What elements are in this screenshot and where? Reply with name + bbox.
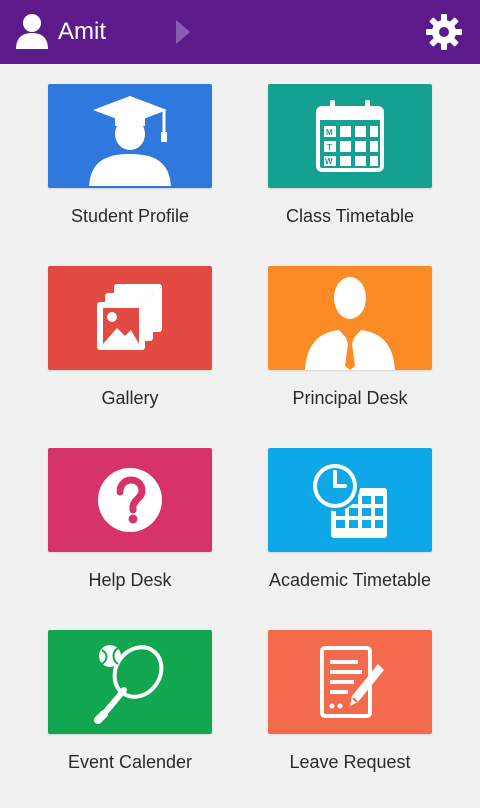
tile-gallery[interactable]: Gallery (48, 266, 268, 444)
calendar-icon: M T W (316, 100, 384, 172)
tile-principal-desk[interactable]: Principal Desk (268, 266, 480, 444)
tile-icon-box[interactable] (268, 630, 432, 734)
svg-text:W: W (325, 157, 333, 166)
chevron-right-icon (176, 20, 190, 44)
tile-icon-box[interactable]: M T W (268, 84, 432, 188)
tile-label: Class Timetable (285, 206, 415, 226)
leave-form-icon (320, 646, 384, 718)
tile-student-profile[interactable]: Student Profile (48, 84, 268, 262)
tile-label: Academic Timetable (268, 570, 432, 590)
question-icon (98, 468, 162, 532)
tile-label: Help Desk (88, 570, 172, 590)
tile-class-timetable[interactable]: M T W Class Timetable (268, 84, 480, 262)
tile-academic-timetable[interactable]: Academic Timetable (268, 448, 480, 626)
student-graduate-icon (89, 96, 171, 186)
tile-label: Student Profile (70, 206, 190, 226)
tile-event-calender[interactable]: Event Calender (48, 630, 268, 808)
user-name[interactable]: Amit (58, 18, 106, 46)
tile-label: Principal Desk (292, 388, 408, 408)
principal-icon (305, 277, 395, 370)
tile-leave-request[interactable]: Leave Request (268, 630, 480, 808)
top-app-bar: Amit (0, 0, 480, 64)
tile-label: Gallery (101, 388, 159, 408)
svg-text:M: M (326, 128, 333, 137)
dashboard-grid: Student Profile M T W Class Timetable Ga… (0, 64, 480, 800)
tile-icon-box[interactable] (48, 448, 212, 552)
tile-help-desk[interactable]: Help Desk (48, 448, 268, 626)
tile-label: Leave Request (289, 752, 411, 772)
tile-icon-box[interactable] (268, 448, 432, 552)
user-avatar-icon[interactable] (14, 12, 50, 50)
tile-icon-box[interactable] (268, 266, 432, 370)
settings-gear-icon[interactable] (424, 12, 464, 52)
tennis-racket-icon (94, 645, 164, 724)
svg-text:T: T (327, 143, 332, 152)
clock-calendar-icon (310, 461, 387, 538)
tile-icon-box[interactable] (48, 266, 212, 370)
gallery-icon (97, 284, 162, 350)
tile-label: Event Calender (67, 752, 193, 772)
tile-icon-box[interactable] (48, 630, 212, 734)
tile-icon-box[interactable] (48, 84, 212, 188)
